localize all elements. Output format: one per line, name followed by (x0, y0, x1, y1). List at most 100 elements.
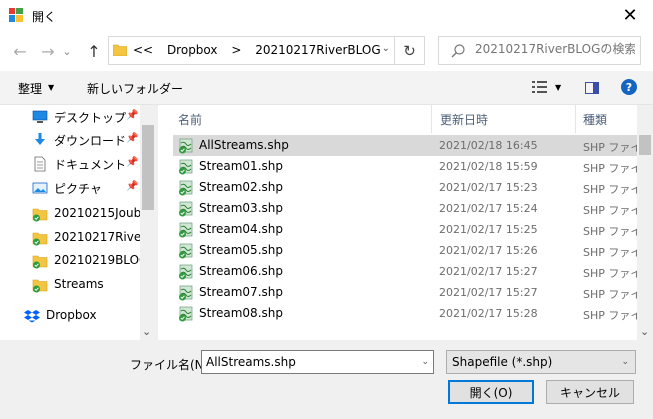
folder-icon (32, 232, 48, 246)
file-name: Stream03.shp (199, 201, 283, 215)
recent-locations-button[interactable]: ⌄ (60, 40, 74, 62)
chevron-down-icon[interactable]: ⌄ (421, 357, 429, 367)
file-row[interactable]: Stream01.shp 2021/02/18 15:59 SHP ファイル (173, 156, 638, 177)
sidebar-item[interactable]: ピクチャ 📌 (0, 177, 140, 199)
close-icon: ✕ (622, 5, 638, 26)
file-row[interactable]: Stream05.shp 2021/02/17 15:26 SHP ファイル (173, 240, 638, 261)
file-row[interactable]: AllStreams.shp 2021/02/18 16:45 SHP ファイル (173, 135, 638, 156)
breadcrumb: << Dropbox > 20210217RiverBLOG (133, 43, 391, 57)
breadcrumb-item-current[interactable]: 20210217RiverBLOG (255, 43, 380, 57)
up-button[interactable]: ↑ (83, 40, 105, 62)
file-name: Stream05.shp (199, 243, 283, 257)
file-modified-date: 2021/02/17 15:24 (439, 202, 538, 215)
window-title: 開く (32, 10, 57, 24)
sidebar-item[interactable]: ドキュメント 📌 (0, 153, 140, 175)
folder-icon (32, 208, 48, 222)
chevron-down-icon[interactable]: ⌄ (382, 43, 390, 54)
sidebar-item[interactable]: ダウンロード 📌 (0, 129, 140, 151)
sidebar-scroll-thumb[interactable] (142, 125, 154, 210)
search-box[interactable] (438, 36, 641, 65)
new-folder-button[interactable]: 新しいフォルダー (87, 80, 183, 97)
chevron-down-icon: ⌄ (621, 357, 629, 367)
help-button[interactable]: ? (621, 79, 637, 95)
breadcrumb-item-dropbox[interactable]: Dropbox (167, 43, 218, 57)
download-icon (35, 133, 45, 145)
search-icon (451, 44, 465, 58)
close-button[interactable]: ✕ (607, 0, 653, 31)
navigation-pane: デスクトップ📌ダウンロード📌ドキュメント📌ピクチャ📌 20210215Jouban… (0, 105, 155, 340)
file-row[interactable]: Stream03.shp 2021/02/17 15:24 SHP ファイル (173, 198, 638, 219)
file-modified-date: 2021/02/18 16:45 (439, 139, 538, 152)
sidebar-item-label: Streams (54, 277, 104, 291)
column-header-name[interactable]: 名前 (178, 105, 428, 133)
breadcrumb-separator[interactable]: > (231, 43, 241, 57)
organize-button[interactable]: 整理 (18, 80, 42, 97)
sidebar-item[interactable]: Dropbox (0, 305, 140, 327)
sidebar-item[interactable]: Streams (0, 274, 140, 296)
folder-icon (113, 44, 127, 56)
pin-icon: 📌 (126, 157, 139, 168)
back-arrow-icon: ← (13, 41, 27, 61)
sidebar-item-label: Dropbox (46, 308, 97, 322)
refresh-icon: ↻ (403, 41, 416, 60)
sidebar-item[interactable]: 20210217RiverBL (0, 227, 140, 249)
file-list-scroll-thumb[interactable] (639, 135, 651, 155)
shp-file-icon (179, 138, 193, 154)
chevron-down-icon[interactable]: ▼ (555, 83, 561, 92)
sidebar-item[interactable]: 20210219BLOG (0, 250, 140, 272)
file-modified-date: 2021/02/17 15:23 (439, 181, 538, 194)
filename-value[interactable]: AllStreams.shp (206, 355, 296, 369)
column-header-type[interactable]: 種類 (583, 105, 638, 133)
file-name: Stream02.shp (199, 180, 283, 194)
view-options-icon[interactable] (530, 79, 550, 95)
file-name: AllStreams.shp (199, 138, 289, 152)
shp-file-icon (179, 159, 193, 175)
file-modified-date: 2021/02/18 15:59 (439, 160, 538, 173)
file-name: Stream07.shp (199, 285, 283, 299)
chevron-down-icon[interactable]: ▼ (48, 83, 54, 92)
search-input[interactable] (475, 42, 635, 56)
folder-icon (32, 279, 48, 293)
preview-pane-button[interactable] (585, 82, 599, 94)
file-type: SHP ファイル (583, 141, 638, 154)
file-row[interactable]: Stream02.shp 2021/02/17 15:23 SHP ファイル (173, 177, 638, 198)
address-bar[interactable]: << Dropbox > 20210217RiverBLOG ⌄ (108, 36, 395, 65)
file-type: SHP ファイル (583, 288, 638, 301)
file-type: SHP ファイル (583, 309, 638, 322)
file-type: SHP ファイル (583, 246, 638, 259)
sidebar-item[interactable]: デスクトップ 📌 (0, 106, 140, 128)
file-row[interactable]: Stream07.shp 2021/02/17 15:27 SHP ファイル (173, 282, 638, 303)
forward-button[interactable]: → (37, 40, 59, 62)
cancel-button[interactable]: キャンセル (546, 380, 634, 404)
file-row[interactable]: Stream08.shp 2021/02/17 15:28 SHP ファイル (173, 303, 638, 324)
filename-input[interactable]: AllStreams.shp ⌄ (201, 350, 434, 374)
shp-file-icon (179, 264, 193, 280)
document-icon (34, 156, 46, 172)
app-icon (9, 8, 23, 22)
sidebar-item-label: 20210219BLOG (54, 253, 140, 267)
breadcrumb-overflow[interactable]: << (133, 43, 153, 57)
file-type: SHP ファイル (583, 225, 638, 238)
file-type: SHP ファイル (583, 183, 638, 196)
shp-file-icon (179, 222, 193, 238)
scroll-down-icon[interactable]: ⌄ (142, 325, 151, 338)
file-modified-date: 2021/02/17 15:26 (439, 244, 538, 257)
filetype-select[interactable]: Shapefile (*.shp) ⌄ (446, 350, 636, 374)
sidebar-item[interactable]: 20210215Jouban (0, 203, 140, 225)
shp-file-icon (179, 180, 193, 196)
file-row[interactable]: Stream06.shp 2021/02/17 15:27 SHP ファイル (173, 261, 638, 282)
scroll-down-icon[interactable]: ⌄ (640, 325, 649, 338)
back-button[interactable]: ← (9, 40, 31, 62)
file-modified-date: 2021/02/17 15:25 (439, 223, 538, 236)
title-bar: 開く ✕ (0, 0, 653, 31)
column-header-modified[interactable]: 更新日時 (440, 105, 570, 133)
column-divider[interactable] (431, 105, 432, 133)
up-arrow-icon: ↑ (87, 41, 101, 61)
pin-icon: 📌 (126, 110, 139, 121)
refresh-button[interactable]: ↻ (395, 36, 425, 65)
help-icon: ? (625, 80, 633, 94)
preview-pane-icon (593, 83, 598, 93)
column-divider[interactable] (575, 105, 576, 133)
open-button[interactable]: 開く(O) (448, 380, 534, 404)
file-row[interactable]: Stream04.shp 2021/02/17 15:25 SHP ファイル (173, 219, 638, 240)
